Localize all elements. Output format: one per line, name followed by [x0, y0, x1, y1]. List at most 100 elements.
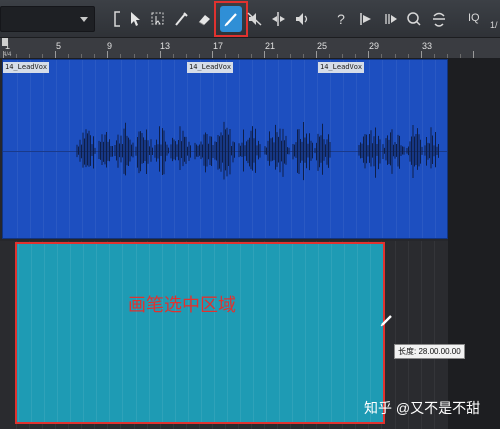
- ruler-tick: [68, 54, 70, 58]
- ruler-tick: [290, 54, 292, 58]
- ruler-bar-number: 5: [56, 41, 62, 51]
- drawn-event-selection[interactable]: 画笔选中区域: [15, 242, 385, 424]
- listen-tool-icon[interactable]: [291, 6, 313, 32]
- ruler-bar-number: 33: [422, 41, 433, 51]
- ruler-tick: [433, 54, 435, 58]
- chevron-down-icon[interactable]: [80, 17, 88, 22]
- ruler-tick: [29, 54, 31, 58]
- quantize-snap-label[interactable]: IQ: [468, 12, 480, 24]
- ruler-tick: [42, 54, 44, 58]
- ruler-tick: [381, 54, 383, 58]
- ruler-tick: [329, 54, 331, 58]
- grid-line: [226, 244, 228, 422]
- grid-line: [239, 244, 241, 422]
- ruler-tick: [355, 54, 357, 58]
- event-name-label: 14_LeadVox: [187, 62, 234, 73]
- ruler-tick: [94, 54, 96, 58]
- ruler-tick: [446, 54, 448, 58]
- left-locator[interactable]: [2, 38, 8, 46]
- snap-grid-icon[interactable]: [380, 6, 402, 32]
- grid-line: [187, 244, 189, 422]
- grid-line: [122, 244, 124, 422]
- quantize-value[interactable]: 1/: [490, 20, 498, 30]
- grid-line: [96, 244, 98, 422]
- arrow-tool-icon[interactable]: [125, 6, 147, 32]
- range-tool-icon[interactable]: [147, 6, 169, 32]
- eraser-tool-icon[interactable]: [194, 6, 216, 32]
- ruler-tick: [407, 54, 409, 58]
- grid-line: [213, 244, 215, 422]
- ruler-tick: [107, 51, 109, 58]
- ruler-tick: [146, 54, 148, 58]
- grid-line: [161, 244, 163, 422]
- grid-line: [83, 244, 85, 422]
- project-end-area: [448, 59, 500, 429]
- ruler-tick: [459, 54, 461, 58]
- ruler-tick: [185, 54, 187, 58]
- active-tool-highlight: [214, 1, 248, 37]
- ruler-tick: [81, 54, 83, 58]
- ruler-tick: [237, 54, 239, 58]
- track-selector[interactable]: [0, 6, 95, 32]
- grid-line: [318, 244, 320, 422]
- ruler-tick: [3, 51, 4, 58]
- zoom-icon[interactable]: [403, 6, 425, 32]
- audio-event[interactable]: 14_LeadVox 14_LeadVox 14_LeadVox: [2, 59, 448, 239]
- grid-line: [174, 244, 176, 422]
- grid-line: [252, 244, 254, 422]
- ruler-bar-number: 21: [265, 41, 276, 51]
- ruler-tick: [394, 54, 396, 58]
- ruler-tick: [342, 54, 344, 58]
- pencil-cursor-icon: [380, 315, 392, 327]
- help-icon[interactable]: ?: [330, 6, 352, 32]
- ruler-tick: [159, 51, 161, 58]
- ruler-tick: [420, 51, 422, 58]
- audio-waveform: [76, 121, 439, 181]
- ruler-tick: [16, 54, 18, 58]
- ruler-tick: [55, 51, 57, 58]
- grid-line: [18, 244, 20, 422]
- snap-event-icon[interactable]: [356, 6, 378, 32]
- grid-line: [370, 244, 372, 422]
- grid-line: [148, 244, 150, 422]
- arrange-toolbar: ? IQ 1/: [0, 0, 500, 38]
- grid-line: [70, 244, 72, 422]
- ruler-tick: [303, 54, 305, 58]
- ruler-tick: [172, 54, 174, 58]
- grid-line: [266, 244, 267, 422]
- event-name-label: 14_LeadVox: [3, 62, 50, 73]
- grid-line: [200, 244, 202, 422]
- split-tool-icon[interactable]: [170, 6, 192, 32]
- ruler-tick: [277, 54, 279, 58]
- bend-tool-icon[interactable]: [267, 6, 289, 32]
- ruler-bar-number: 25: [317, 41, 328, 51]
- selection-annotation: 画笔选中区域: [128, 295, 236, 316]
- timeline-ruler[interactable]: 1 5 9 13 17 21 25 29 33 4/4: [0, 38, 500, 59]
- length-tooltip: 长度: 28.00.00.00: [394, 344, 465, 359]
- ruler-bar-number: 29: [369, 41, 380, 51]
- grid-line: [44, 244, 46, 422]
- grid-line: [292, 244, 294, 422]
- grid-line: [344, 244, 346, 422]
- grid-line: [279, 244, 281, 422]
- grid-line: [135, 244, 137, 422]
- ruler-tick: [368, 51, 370, 58]
- ruler-tick: [224, 54, 226, 58]
- grid-line: [31, 244, 33, 422]
- grid-line: [305, 244, 307, 422]
- ruler-bar-number: 17: [213, 41, 224, 51]
- grid-line: [357, 244, 359, 422]
- help-glyph: ?: [337, 11, 345, 27]
- event-name-label: 14_LeadVox: [318, 62, 365, 73]
- grid-line: [109, 244, 111, 422]
- ruler-tick: [316, 51, 318, 58]
- mute-tool-icon[interactable]: [244, 6, 266, 32]
- glue-tool-icon[interactable]: [428, 6, 450, 32]
- ruler-bar-number: 13: [160, 41, 171, 51]
- ruler-tick: [264, 51, 265, 58]
- ruler-tick: [472, 51, 474, 58]
- ruler-bar-number: 9: [107, 41, 113, 51]
- ruler-tick: [250, 54, 252, 58]
- ruler-tick: [198, 54, 200, 58]
- grid-line: [331, 244, 333, 422]
